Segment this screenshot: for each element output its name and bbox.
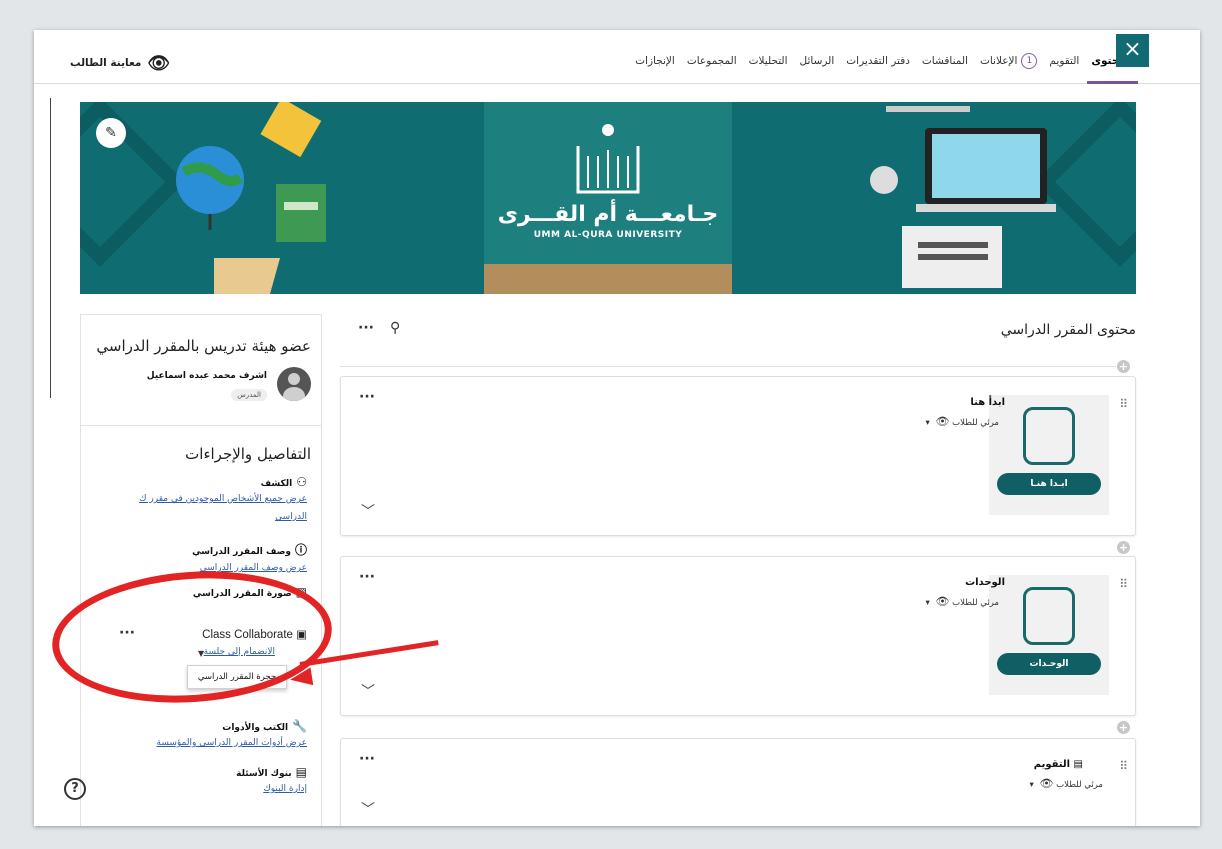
- expand-chevron-icon[interactable]: ﹀: [361, 799, 375, 819]
- book-icon: [1023, 587, 1075, 645]
- drag-handle-icon[interactable]: ⠿: [1119, 759, 1128, 773]
- logo-arabic-text: جـامعـــة أم القـــرى: [497, 202, 719, 227]
- content-item-units[interactable]: ··· ⠿ الوحـدات الوحدات ▾ 👁 مرئي للطلاب ﹀: [340, 556, 1136, 716]
- announcements-count-badge: 1: [1021, 53, 1038, 69]
- university-logo-block: جـامعـــة أم القـــرى UMM AL-QURA UNIVER…: [484, 102, 732, 294]
- item-title[interactable]: الوحدات: [965, 577, 1005, 588]
- visibility-toggle[interactable]: ▾ 👁 مرئي للطلاب: [926, 415, 1000, 428]
- item-title[interactable]: ابدأ هنا: [970, 397, 1005, 408]
- course-tabs: المحتوى التقويم الإعلانات 1 المناقشات دفت…: [629, 30, 1140, 84]
- content-item-start-here[interactable]: ··· ⠿ ابـدا هنـا ابدأ هنا ▾ 👁 مرئي للطلا…: [340, 376, 1136, 536]
- roster-heading: الكشف: [260, 479, 293, 489]
- visibility-toggle[interactable]: ▾ 👁 مرئي للطلاب: [926, 595, 1000, 608]
- visibility-label: مرئي للطلاب: [952, 598, 999, 608]
- tab-messages[interactable]: الرسائل: [794, 30, 841, 84]
- description-heading: وصف المقرر الدراسي: [192, 547, 291, 557]
- close-panel-button[interactable]: ×: [1116, 34, 1149, 67]
- instructor-name[interactable]: اشرف محمد عبده اسماعيل: [147, 371, 267, 381]
- details-heading: التفاصيل والإجراءات: [185, 445, 311, 463]
- calendar-icon: ▤: [1073, 759, 1083, 770]
- books-tools-section: الكتب والأدوات 🔧 عرض أدوات المقرر الدراسي…: [157, 719, 308, 751]
- eye-icon: 👁: [147, 52, 171, 74]
- tab-discussions[interactable]: المناقشات: [916, 30, 974, 84]
- eye-icon: 👁: [935, 595, 950, 608]
- people-icon: ⚇: [296, 475, 307, 489]
- tab-calendar[interactable]: التقويم: [1043, 30, 1085, 84]
- instructor-role-badge: المدرس: [231, 389, 267, 401]
- question-banks-section: بنوك الأسئلة ▤ إدارة البنوك: [236, 765, 307, 797]
- question-banks-link[interactable]: إدارة البنوك: [236, 781, 307, 797]
- instructors-heading: عضو هيئة تدريس بالمقرر الدراسي: [96, 337, 311, 355]
- divider: [340, 366, 1116, 367]
- question-banks-heading: بنوك الأسئلة: [236, 769, 292, 779]
- content-item-calendar[interactable]: ··· ⠿ التقويم ▤ ▾ 👁 مرئي للطلاب ﹀: [340, 738, 1136, 826]
- content-more-button[interactable]: ···: [358, 320, 374, 336]
- eye-icon: 👁: [935, 415, 950, 428]
- tap-icon: [1023, 407, 1075, 465]
- avatar[interactable]: [277, 367, 311, 401]
- wrench-icon: 🔧: [292, 719, 307, 733]
- expand-chevron-icon[interactable]: ﹀: [361, 681, 375, 701]
- university-logo: [576, 124, 640, 194]
- item-more-button[interactable]: ···: [359, 751, 375, 767]
- divider: [81, 425, 321, 426]
- drag-handle-icon[interactable]: ⠿: [1119, 577, 1128, 591]
- roster-link-cont[interactable]: الدراسي: [139, 509, 307, 525]
- course-banner: جـامعـــة أم القـــرى UMM AL-QURA UNIVER…: [80, 102, 1136, 294]
- drag-handle-icon[interactable]: ⠿: [1119, 397, 1128, 411]
- roster-section: الكشف ⚇ عرض جميع الأشخاص الموجودين في مقر…: [139, 475, 307, 525]
- scroll-edge: [50, 98, 51, 398]
- visibility-toggle[interactable]: ▾ 👁 مرئي للطلاب: [1030, 777, 1104, 790]
- books-tools-link[interactable]: عرض أدوات المقرر الدراسي والمؤسسة: [157, 735, 308, 751]
- help-icon[interactable]: ?: [64, 778, 86, 800]
- item-thumbnail: ابـدا هنـا: [989, 395, 1109, 515]
- eye-icon: 👁: [1039, 777, 1054, 790]
- tab-analytics[interactable]: التحليلات: [743, 30, 794, 84]
- course-content-heading: محتوى المقرر الدراسي: [1000, 322, 1136, 338]
- annotation-arrow-head: [288, 667, 314, 689]
- course-nav-bar: المحتوى التقويم الإعلانات 1 المناقشات دفت…: [34, 30, 1200, 84]
- item-more-button[interactable]: ···: [359, 569, 375, 585]
- thumb-label: ابـدا هنـا: [997, 473, 1101, 495]
- item-title-label: التقويم: [1033, 759, 1071, 770]
- expand-chevron-icon[interactable]: ﹀: [361, 501, 375, 521]
- logo-floor: [484, 264, 732, 294]
- course-panel: المحتوى التقويم الإعلانات 1 المناقشات دفت…: [34, 30, 1200, 826]
- tab-gradebook[interactable]: دفتر التقديرات: [840, 30, 916, 84]
- tab-announcements-label: الإعلانات: [979, 55, 1018, 67]
- pencil-icon: ✎: [105, 125, 117, 141]
- search-icon[interactable]: ⚲: [390, 320, 400, 336]
- tab-achievements[interactable]: الإنجازات: [629, 30, 681, 84]
- visibility-label: مرئي للطلاب: [1056, 780, 1103, 790]
- tab-groups[interactable]: المجموعات: [681, 30, 743, 84]
- item-thumbnail: الوحـدات: [989, 575, 1109, 695]
- add-content-icon[interactable]: +: [1117, 541, 1130, 554]
- details-sidebar: عضو هيئة تدريس بالمقرر الدراسي اشرف محمد…: [80, 314, 322, 826]
- student-preview-label: معاينة الطالب: [70, 57, 142, 69]
- tab-announcements[interactable]: الإعلانات 1: [974, 30, 1043, 84]
- item-title[interactable]: التقويم ▤: [1034, 759, 1083, 770]
- thumb-label: الوحـدات: [997, 653, 1101, 675]
- visibility-label: مرئي للطلاب: [952, 418, 999, 428]
- roster-link[interactable]: عرض جميع الأشخاص الموجودين في مقرر ك: [139, 491, 307, 507]
- student-preview-button[interactable]: معاينة الطالب 👁: [70, 52, 170, 74]
- add-content-icon[interactable]: +: [1117, 360, 1130, 373]
- books-tools-heading: الكتب والأدوات: [222, 723, 289, 733]
- edit-banner-button[interactable]: ✎: [96, 118, 126, 148]
- bank-icon: ▤: [295, 765, 307, 779]
- logo-english-text: UMM AL-QURA UNIVERSITY: [533, 230, 683, 240]
- item-more-button[interactable]: ···: [359, 389, 375, 405]
- add-content-icon[interactable]: +: [1117, 721, 1130, 734]
- info-icon: ⓘ: [294, 543, 307, 557]
